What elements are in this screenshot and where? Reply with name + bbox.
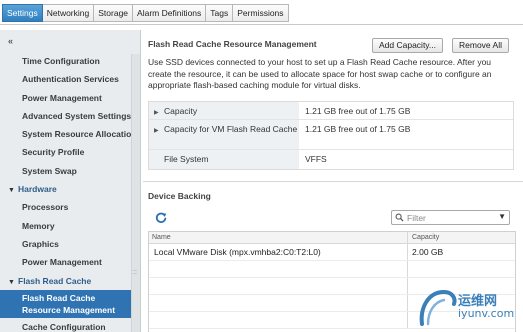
description-text: Use SSD devices connected to your host t… [148,57,492,90]
tab-list: Settings Networking Storage Alarm Defini… [2,4,289,22]
tab-networking[interactable]: Networking [42,4,95,22]
sidebar-scrollbar[interactable]: :: [131,54,140,332]
settings-nav: Time Configuration Authentication Servic… [0,52,131,332]
device-backing-title: Device Backing [148,191,211,201]
property-key-label: File System [164,154,209,164]
tab-storage[interactable]: Storage [94,4,134,22]
property-key-capacity[interactable]: ▶ Capacity [149,102,299,119]
settings-sidebar: « Time Configuration Authentication Serv… [0,30,141,332]
watermark-url: iyunv.com [458,307,515,320]
property-value: VFFS [305,154,327,164]
property-row: ▶ Capacity for VM Flash Read Cache 1.21 … [149,120,513,150]
cell-device-capacity: 2.00 GB [412,247,444,257]
remove-all-button[interactable]: Remove All [452,38,509,53]
collapse-sidebar-icon[interactable]: « [8,36,13,46]
sidebar-item-system-resource-allocation[interactable]: System Resource Allocation [0,125,131,143]
table-row-empty [149,261,515,278]
section-divider [143,181,523,182]
tab-settings[interactable]: Settings [2,4,43,22]
property-key-capacity-vm-flash[interactable]: ▶ Capacity for VM Flash Read Cache [149,120,299,149]
property-key-file-system: File System [149,150,299,169]
filter-input[interactable]: Filter ▼ [391,210,510,225]
object-tab-bar: Settings Networking Storage Alarm Defini… [0,0,523,25]
property-key-label: Capacity [164,106,198,116]
sidebar-item-hardware-power-management[interactable]: Power Management [0,253,131,271]
sidebar-item-system-swap[interactable]: System Swap [0,162,131,180]
cell-device-name: Local VMware Disk (mpx.vmhba2:C0:T2:L0) [149,244,408,260]
sidebar-item-authentication-services[interactable]: Authentication Services [0,70,131,88]
property-value: 1.21 GB free out of 1.75 GB [305,106,411,116]
expand-right-icon: ▶ [154,110,159,116]
expand-down-icon: ▼ [8,187,15,195]
sidebar-item-processors[interactable]: Processors [0,198,131,216]
watermark-logo: 运维网 iyunv.com [414,284,522,330]
properties-table: ▶ Capacity 1.21 GB free out of 1.75 GB ▶… [148,101,514,170]
search-icon [395,213,404,222]
refresh-icon[interactable] [155,212,167,224]
sidebar-item-advanced-system-settings[interactable]: Advanced System Settings [0,107,131,125]
sidebar-item-graphics[interactable]: Graphics [0,235,131,253]
sidebar-item-cache-configuration[interactable]: Cache Configuration [0,318,131,332]
column-header-capacity[interactable]: Capacity [408,232,515,243]
expand-right-icon: ▶ [154,128,159,134]
tab-alarm-definitions[interactable]: Alarm Definitions [133,4,207,22]
sidebar-item-memory[interactable]: Memory [0,217,131,235]
sidebar-item-security-profile[interactable]: Security Profile [0,143,131,161]
tab-tags[interactable]: Tags [206,4,234,22]
table-row[interactable]: Local VMware Disk (mpx.vmhba2:C0:T2:L0) … [149,244,515,261]
column-header-name[interactable]: Name [149,232,408,243]
watermark-swoosh-icon [419,289,457,326]
sidebar-item-flash-read-cache-resource-management[interactable]: Flash Read Cache Resource Management [0,289,131,318]
section-title: Flash Read Cache Resource Management [148,39,317,49]
sidebar-item-time-configuration[interactable]: Time Configuration [0,52,131,70]
sidebar-section-label: Flash Read Cache [18,275,92,286]
sidebar-section-flash-read-cache[interactable]: ▼ Flash Read Cache [0,272,131,290]
property-key-label: Capacity for VM Flash Read Cache [164,124,298,134]
expand-down-icon: ▼ [8,278,15,286]
chevron-down-icon[interactable]: ▼ [498,212,506,221]
sidebar-section-label: Hardware [18,184,57,195]
tab-permissions[interactable]: Permissions [233,4,289,22]
property-row: ▶ Capacity 1.21 GB free out of 1.75 GB [149,102,513,120]
add-capacity-button[interactable]: Add Capacity... [372,38,444,53]
sidebar-item-power-management[interactable]: Power Management [0,89,131,107]
sidebar-section-hardware[interactable]: ▼ Hardware [0,180,131,198]
grid-header: Name Capacity [149,232,515,244]
property-value: 1.21 GB free out of 1.75 GB [305,124,411,134]
filter-placeholder: Filter [407,213,426,223]
resize-grip-icon[interactable]: :: [133,269,137,276]
property-row: File System VFFS [149,150,513,169]
